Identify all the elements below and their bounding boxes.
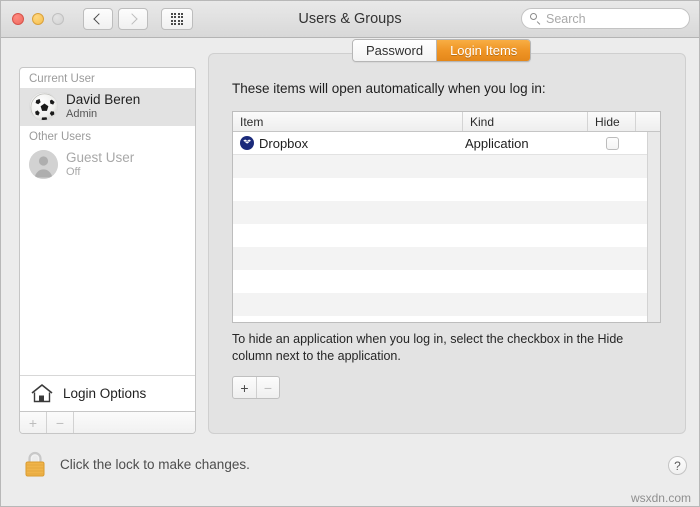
lock-message: Click the lock to make changes.: [60, 457, 250, 472]
table-row-empty: [233, 201, 660, 224]
sidebar-group-header-current-user: Current User: [20, 68, 195, 88]
add-user-button[interactable]: +: [20, 412, 47, 433]
user-role: Admin: [66, 108, 140, 121]
cell-item: Dropbox: [233, 136, 463, 151]
cell-hide: [588, 137, 636, 150]
window-titlebar: Users & Groups Search: [1, 1, 699, 38]
table-scrollbar-gutter[interactable]: [647, 132, 660, 322]
panel-help-text: To hide an application when you log in, …: [232, 331, 632, 364]
watermark: wsxdn.com: [631, 491, 691, 505]
sidebar-item-guest-user[interactable]: Guest User Off: [20, 146, 195, 184]
login-items-table: Item Kind Hide: [232, 111, 661, 323]
help-button[interactable]: ?: [668, 456, 687, 475]
closed-padlock-icon[interactable]: [22, 449, 48, 479]
person-silhouette-avatar: [29, 150, 58, 179]
table-body: Dropbox Application: [233, 132, 660, 323]
soccer-ball-icon: [30, 93, 58, 121]
sidebar-item-david-beren[interactable]: David Beren Admin: [20, 88, 195, 126]
remove-user-button: −: [47, 412, 74, 433]
sidebar-item-login-options[interactable]: Login Options: [20, 375, 195, 411]
search-field[interactable]: Search: [521, 8, 690, 29]
forward-button: [118, 8, 148, 30]
table-row[interactable]: Dropbox Application: [233, 132, 660, 155]
table-row-empty: [233, 270, 660, 293]
sidebar-toolbar: + −: [20, 411, 195, 433]
user-name: David Beren: [66, 92, 140, 108]
column-header-blank: [636, 112, 660, 131]
user-texts: Guest User Off: [66, 150, 134, 178]
item-name: Dropbox: [259, 136, 308, 151]
tab-password[interactable]: Password: [353, 40, 436, 61]
lock-control[interactable]: Click the lock to make changes.: [22, 449, 250, 479]
soccer-ball-avatar: [29, 92, 58, 121]
table-row-empty: [233, 316, 660, 323]
close-button[interactable]: [12, 13, 24, 25]
traffic-lights: [12, 13, 64, 25]
cell-kind: Application: [463, 136, 588, 151]
table-row-empty: [233, 178, 660, 201]
bottom-bar: Click the lock to make changes. ? wsxdn.…: [1, 443, 699, 507]
sidebar-group-header-other-users: Other Users: [20, 126, 195, 146]
table-header-row: Item Kind Hide: [233, 112, 660, 132]
minimize-button[interactable]: [32, 13, 44, 25]
column-header-kind[interactable]: Kind: [463, 112, 588, 131]
table-row-empty: [233, 224, 660, 247]
table-row-empty: [233, 247, 660, 270]
nav-buttons: [83, 8, 148, 30]
user-role: Off: [66, 166, 134, 179]
column-header-hide[interactable]: Hide: [588, 112, 636, 131]
table-row-empty: [233, 155, 660, 178]
hide-checkbox[interactable]: [606, 137, 619, 150]
forward-arrow-icon: [126, 13, 137, 24]
add-login-item-button[interactable]: +: [233, 377, 256, 398]
tab-login-items[interactable]: Login Items: [436, 40, 530, 61]
login-items-panel: Password Login Items These items will op…: [208, 53, 686, 434]
users-sidebar: Current User: [19, 67, 196, 434]
show-all-button[interactable]: [161, 8, 193, 30]
grid-icon: [171, 13, 184, 26]
tab-bar: Password Login Items: [352, 39, 531, 62]
toolbar-filler: [74, 412, 195, 433]
search-icon: [530, 13, 541, 24]
zoom-button: [52, 13, 64, 25]
house-icon: [30, 382, 54, 404]
panel-intro-text: These items will open automatically when…: [232, 81, 546, 96]
login-options-label: Login Options: [63, 386, 146, 401]
back-button[interactable]: [83, 8, 113, 30]
window-content: Current User: [1, 38, 699, 507]
column-header-item[interactable]: Item: [233, 112, 463, 131]
back-arrow-icon: [93, 13, 104, 24]
dropbox-icon: [240, 136, 254, 150]
person-icon: [29, 150, 58, 179]
users-and-groups-window: Users & Groups Search Current User: [0, 0, 700, 507]
search-input[interactable]: Search: [546, 12, 586, 26]
users-list: Current User: [20, 68, 195, 375]
user-name: Guest User: [66, 150, 134, 166]
login-items-toolbar: + −: [232, 376, 280, 399]
user-texts: David Beren Admin: [66, 92, 140, 120]
remove-login-item-button: −: [256, 377, 279, 398]
table-row-empty: [233, 293, 660, 316]
